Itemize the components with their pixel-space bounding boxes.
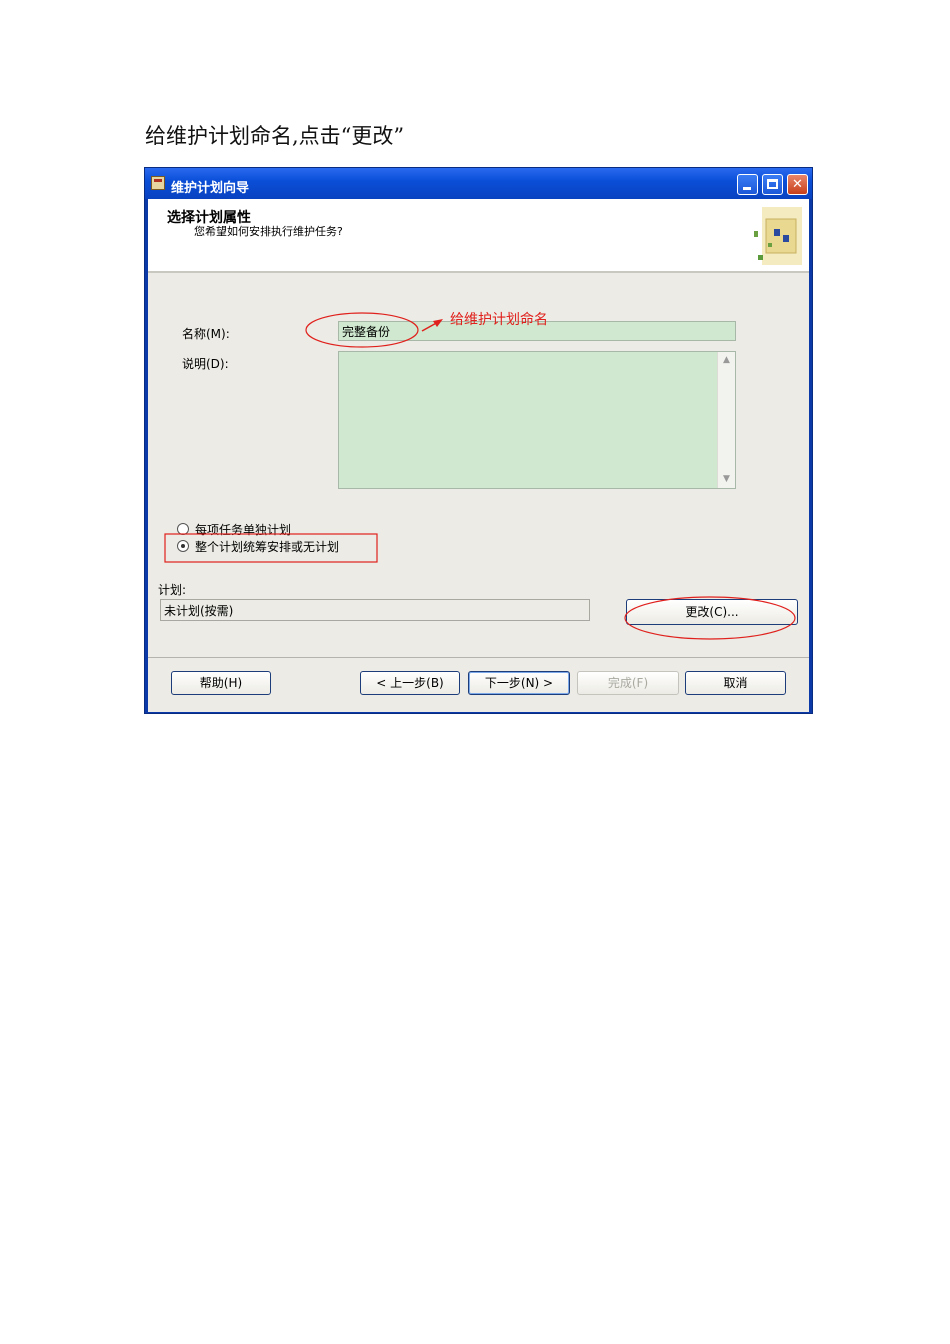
window-title: 维护计划向导 xyxy=(171,181,250,196)
radio-separate-label: 每项任务单独计划 xyxy=(195,523,292,537)
finish-button[interactable]: 完成(F) xyxy=(577,671,679,695)
title-bar[interactable]: 维护计划向导 ✕ xyxy=(145,168,812,199)
minimize-icon xyxy=(743,187,751,190)
wizard-illustration-icon xyxy=(754,207,802,265)
maximize-icon xyxy=(767,179,778,189)
change-schedule-button[interactable]: 更改(C)... xyxy=(626,599,798,625)
description-textarea[interactable]: ▲ ▼ xyxy=(338,351,736,489)
description-label: 说明(D): xyxy=(182,357,229,371)
back-button[interactable]: < 上一步(B) xyxy=(360,671,460,695)
radio-separate-schedule[interactable] xyxy=(177,523,189,535)
next-button[interactable]: 下一步(N) > xyxy=(468,671,570,695)
schedule-field: 未计划(按需) xyxy=(160,599,590,621)
name-callout-text: 给维护计划命名 xyxy=(450,312,548,328)
wizard-window: 维护计划向导 ✕ 选择计划属性 您希望如何安排执行维护任务? 名称(M): 完整… xyxy=(144,167,813,714)
wizard-header: 选择计划属性 您希望如何安排执行维护任务? xyxy=(148,199,809,273)
close-icon: ✕ xyxy=(792,177,803,192)
scroll-down-icon[interactable]: ▼ xyxy=(719,472,734,487)
minimize-button[interactable] xyxy=(737,174,758,195)
description-scrollbar[interactable]: ▲ ▼ xyxy=(717,352,735,488)
radio-single-label: 整个计划统筹安排或无计划 xyxy=(195,540,340,554)
wizard-body: 名称(M): 完整备份 说明(D): ▲ ▼ 每项任务单独计划 整个计划统筹安排… xyxy=(148,273,809,657)
maximize-button[interactable] xyxy=(762,174,783,195)
scroll-up-icon[interactable]: ▲ xyxy=(719,353,734,368)
header-subtitle: 您希望如何安排执行维护任务? xyxy=(194,225,343,238)
radio-single-schedule[interactable] xyxy=(177,540,189,552)
app-icon xyxy=(151,176,165,190)
help-button[interactable]: 帮助(H) xyxy=(171,671,271,695)
wizard-footer: 帮助(H) < 上一步(B) 下一步(N) > 完成(F) 取消 xyxy=(148,657,809,712)
close-button[interactable]: ✕ xyxy=(787,174,808,195)
page-caption: 给维护计划命名,点击“更改” xyxy=(145,124,405,148)
name-label: 名称(M): xyxy=(182,327,230,341)
cancel-button[interactable]: 取消 xyxy=(685,671,786,695)
schedule-label: 计划: xyxy=(158,583,187,597)
